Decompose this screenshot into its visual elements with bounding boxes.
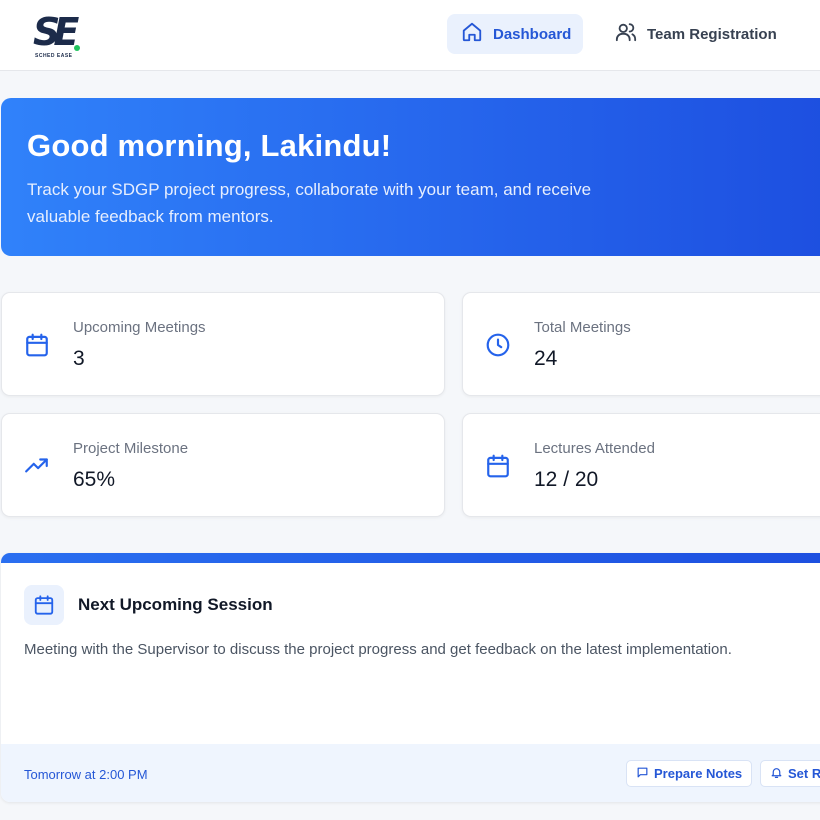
clock-icon [485,332,511,358]
stat-label: Lectures Attended [534,440,655,457]
nav-dashboard[interactable]: Dashboard [447,14,583,54]
welcome-subtitle: Track your SDGP project progress, collab… [27,180,592,226]
nav-dashboard-label: Dashboard [493,25,572,43]
calendar-icon [24,585,64,625]
logo-mark: SE [33,10,79,54]
stat-card-project-milestone[interactable]: Project Milestone 65% [1,413,445,517]
top-navigation-bar: SE SCHED EASE Dashboard Team Registratio… [0,0,820,71]
users-icon [615,21,637,47]
stat-value: 65% [73,468,116,491]
next-session-card: Next Upcoming Session Meeting with the S… [1,553,820,802]
trending-up-icon [24,453,50,479]
stat-value: 3 [73,347,85,370]
nav-team-registration-label: Team Registration [647,25,777,43]
prepare-notes-button[interactable]: Prepare Notes [626,760,753,787]
bell-icon [770,766,783,782]
set-reminder-label: Set Reminder [788,766,820,781]
stat-card-upcoming-meetings[interactable]: Upcoming Meetings 3 [1,292,445,396]
sched-ease-logo[interactable]: SE SCHED EASE [33,13,83,61]
session-footer: Tomorrow at 2:00 PM Prepare Notes Set Re… [1,744,820,802]
message-square-icon [636,766,649,782]
stat-card-total-meetings[interactable]: Total Meetings 24 [462,292,820,396]
session-title: Next Upcoming Session [78,595,273,614]
prepare-notes-label: Prepare Notes [654,766,743,781]
session-description: Meeting with the Supervisor to discuss t… [24,641,732,658]
set-reminder-button[interactable]: Set Reminder [760,760,820,787]
stat-label: Total Meetings [534,319,631,336]
session-accent-bar [1,553,820,563]
nav-team-registration[interactable]: Team Registration [601,14,801,54]
stat-label: Project Milestone [73,440,189,457]
welcome-banner: Good morning, Lakindu! Track your SDGP p… [1,98,820,256]
stat-value: 24 [534,347,558,370]
logo-subtext: SCHED EASE [35,53,73,59]
logo-accent-dot [74,45,80,51]
calendar-icon [485,453,511,479]
greeting-heading: Good morning, Lakindu! [27,128,392,163]
session-time: Tomorrow at 2:00 PM [24,767,148,782]
stat-value: 12 / 20 [534,468,599,491]
stat-label: Upcoming Meetings [73,319,206,336]
stat-card-lectures-attended[interactable]: Lectures Attended 12 / 20 [462,413,820,517]
home-icon [461,21,483,47]
calendar-icon [24,332,50,358]
